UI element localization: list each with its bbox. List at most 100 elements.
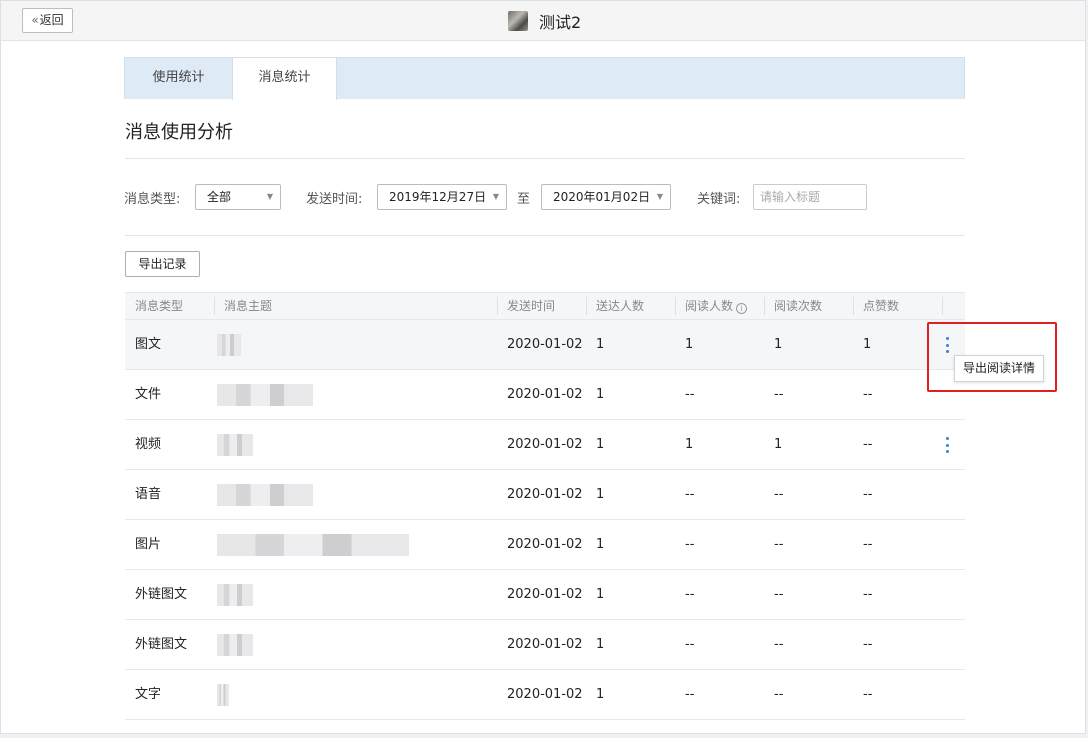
- cell-likes: --: [863, 637, 873, 652]
- col-type: 消息类型: [135, 299, 184, 313]
- more-vertical-icon[interactable]: [940, 435, 954, 455]
- cell-reads: --: [774, 387, 784, 402]
- redacted-subject: [217, 534, 409, 556]
- col-readers-label: 阅读人数: [685, 299, 734, 313]
- redacted-subject: [217, 334, 241, 356]
- cell-type: 外链图文: [135, 637, 188, 652]
- divider: [125, 235, 965, 236]
- caret-down-icon: ▼: [656, 192, 663, 201]
- table-row: 文件 2020-01-02 1 -- -- --: [125, 370, 965, 420]
- table-body: 图文 2020-01-02 1 1 1 1 文件 2020-01-02 1 -- -- -- 视频 202…: [125, 320, 965, 720]
- cell-readers: --: [685, 537, 695, 552]
- avatar: [508, 11, 528, 31]
- table-row: 外链图文 2020-01-02 1 -- -- --: [125, 570, 965, 620]
- redacted-subject: [217, 684, 229, 706]
- col-readers: 阅读人数 i: [675, 293, 748, 319]
- cell-readers: 1: [685, 437, 694, 452]
- cell-reads: --: [774, 637, 784, 652]
- redacted-subject: [217, 634, 253, 656]
- kebab-dot: [945, 450, 949, 453]
- col-delivered: 送达人数: [586, 293, 644, 319]
- end-date-value: 2020年01月02日: [553, 190, 651, 204]
- app-window: «返回 测试2 使用统计 消息统计 消息使用分析 消息类型: 全部 ▼ 发送时间…: [0, 0, 1086, 734]
- cell-delivered: 1: [596, 437, 605, 452]
- cell-type: 文字: [135, 687, 162, 702]
- cell-likes: --: [863, 437, 873, 452]
- chat-title: 测试2: [508, 10, 581, 32]
- start-date-value: 2019年12月27日: [389, 190, 487, 204]
- end-date-select[interactable]: 2020年01月02日 ▼: [541, 184, 671, 210]
- cell-delivered: 1: [596, 687, 605, 702]
- cell-send-time: 2020-01-02: [507, 637, 583, 652]
- cell-delivered: 1: [596, 537, 605, 552]
- keyword-label: 关键词:: [697, 192, 741, 207]
- cell-likes: --: [863, 387, 873, 402]
- cell-delivered: 1: [596, 487, 605, 502]
- cell-reads: --: [774, 537, 784, 552]
- message-table: 消息类型 消息主题 发送时间 送达人数 阅读人数 i 阅读次数 点赞数 图文 202…: [125, 292, 965, 720]
- redacted-subject: [217, 584, 253, 606]
- back-label: 返回: [39, 13, 64, 27]
- cell-send-time: 2020-01-02: [507, 687, 583, 702]
- tab-bar: 使用统计 消息统计: [124, 57, 965, 100]
- table-row: 文字 2020-01-02 1 -- -- --: [125, 670, 965, 720]
- redacted-subject: [217, 384, 313, 406]
- col-subject: 消息主题: [214, 293, 272, 319]
- cell-likes: --: [863, 537, 873, 552]
- cell-send-time: 2020-01-02: [507, 487, 583, 502]
- chat-name: 测试2: [539, 13, 582, 32]
- cell-likes: 1: [863, 337, 872, 352]
- cell-send-time: 2020-01-02: [507, 587, 583, 602]
- cell-send-time: 2020-01-02: [507, 387, 583, 402]
- cell-reads: 1: [774, 337, 783, 352]
- kebab-dot: [945, 437, 949, 440]
- table-header: 消息类型 消息主题 发送时间 送达人数 阅读人数 i 阅读次数 点赞数: [125, 292, 965, 320]
- kebab-dot: [945, 443, 949, 447]
- col-reads: 阅读次数: [764, 293, 822, 319]
- cell-type: 视频: [135, 437, 162, 452]
- start-date-select[interactable]: 2019年12月27日 ▼: [377, 184, 507, 210]
- cell-type: 文件: [135, 387, 162, 402]
- cell-send-time: 2020-01-02: [507, 537, 583, 552]
- cell-reads: --: [774, 487, 784, 502]
- cell-readers: --: [685, 587, 695, 602]
- col-send-time: 发送时间: [497, 293, 555, 319]
- tab-message-stats[interactable]: 消息统计: [232, 58, 337, 100]
- page-title: 消息使用分析: [125, 122, 233, 143]
- cell-type: 图片: [135, 537, 162, 552]
- time-filter-label: 发送时间:: [306, 192, 363, 207]
- cell-readers: --: [685, 637, 695, 652]
- cell-likes: --: [863, 587, 873, 602]
- table-row: 视频 2020-01-02 1 1 1 --: [125, 420, 965, 470]
- cell-reads: --: [774, 587, 784, 602]
- keyword-input[interactable]: [753, 184, 867, 210]
- cell-likes: --: [863, 487, 873, 502]
- cell-delivered: 1: [596, 387, 605, 402]
- cell-type: 外链图文: [135, 587, 188, 602]
- cell-reads: 1: [774, 437, 783, 452]
- cell-readers: --: [685, 487, 695, 502]
- type-select[interactable]: 全部 ▼: [195, 184, 281, 210]
- info-icon[interactable]: i: [736, 303, 748, 314]
- caret-down-icon: ▼: [266, 192, 273, 201]
- table-row: 图片 2020-01-02 1 -- -- --: [125, 520, 965, 570]
- tab-usage-stats[interactable]: 使用统计: [125, 58, 232, 99]
- cell-delivered: 1: [596, 637, 605, 652]
- cell-readers: 1: [685, 337, 694, 352]
- export-records-button[interactable]: 导出记录: [125, 251, 200, 277]
- cell-delivered: 1: [596, 337, 605, 352]
- cell-send-time: 2020-01-02: [507, 437, 583, 452]
- redacted-subject: [217, 434, 253, 456]
- col-actions: [942, 293, 952, 319]
- export-read-details-menu-item[interactable]: 导出阅读详情: [954, 355, 1044, 382]
- cell-reads: --: [774, 687, 784, 702]
- cell-delivered: 1: [596, 587, 605, 602]
- top-bar: «返回 测试2: [1, 1, 1085, 41]
- cell-readers: --: [685, 687, 695, 702]
- type-select-value: 全部: [207, 190, 232, 204]
- back-button[interactable]: «返回: [22, 8, 73, 33]
- double-chevron-left-icon: «: [31, 13, 39, 27]
- cell-send-time: 2020-01-02: [507, 337, 583, 352]
- col-likes: 点赞数: [853, 293, 899, 319]
- table-row: 图文 2020-01-02 1 1 1 1: [125, 320, 965, 370]
